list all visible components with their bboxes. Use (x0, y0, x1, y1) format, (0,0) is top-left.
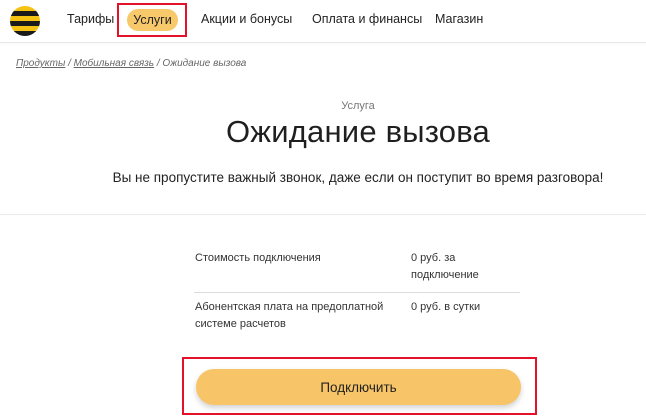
nav-shop[interactable]: Магазин (435, 12, 483, 26)
breadcrumb: Продукты / Мобильная связь / Ожидание вы… (16, 58, 246, 69)
section-divider (0, 214, 646, 215)
value-line: подключение (411, 269, 479, 281)
row-divider (194, 292, 520, 293)
value-line: 0 руб. за (411, 252, 456, 264)
nav-payment[interactable]: Оплата и финансы (312, 12, 422, 26)
page-subtitle: Вы не пропустите важный звонок, даже есл… (112, 170, 604, 185)
nav-promotions[interactable]: Акции и бонусы (201, 12, 292, 26)
top-header: Тарифы Услуги Акции и бонусы Оплата и фи… (0, 0, 646, 43)
label-line: Абонентская плата на предоплатной (195, 301, 384, 313)
nav-services-highlight (117, 3, 187, 37)
breadcrumb-current: Ожидание вызова (162, 58, 247, 69)
label-line: системе расчетов (195, 318, 286, 330)
service-eyebrow: Услуга (341, 100, 375, 112)
pricing-row-1-value: 0 руб. за подключение (411, 250, 491, 284)
breadcrumb-products[interactable]: Продукты (16, 58, 65, 69)
pricing-row-1-label: Стоимость подключения (195, 250, 385, 267)
connect-button[interactable]: Подключить (196, 369, 521, 405)
pricing-row-2-label: Абонентская плата на предоплатной систем… (195, 299, 385, 333)
breadcrumb-mobile[interactable]: Мобильная связь (74, 58, 154, 69)
pricing-row-2-value: 0 руб. в сутки (411, 299, 491, 316)
value-line: 0 руб. в сутки (411, 301, 481, 313)
page-title: Ожидание вызова (225, 114, 490, 149)
beeline-logo-icon[interactable] (10, 6, 40, 36)
nav-tariffs[interactable]: Тарифы (67, 12, 114, 26)
label-line: Стоимость подключения (195, 252, 321, 264)
